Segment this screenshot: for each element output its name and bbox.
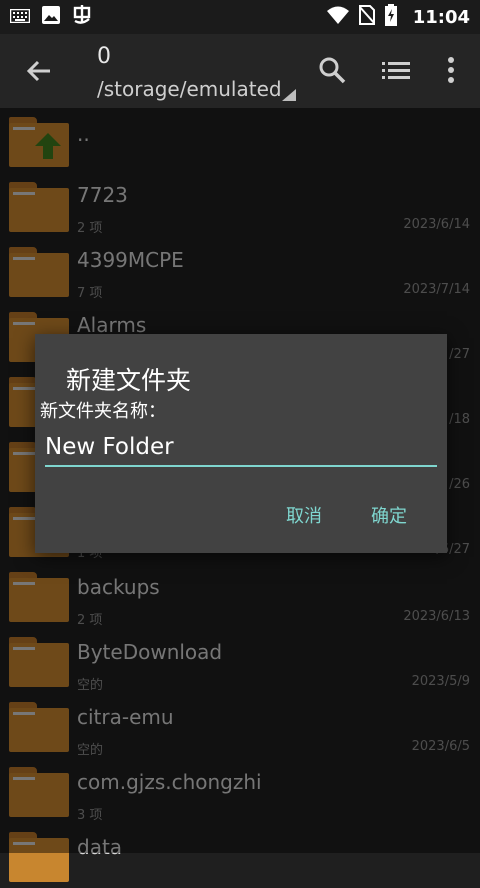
wifi-icon xyxy=(326,6,349,28)
list-view-icon[interactable] xyxy=(382,59,410,83)
status-bar: 11:04 xyxy=(0,0,480,34)
no-sim-icon xyxy=(357,5,376,29)
new-folder-dialog: 新建文件夹 新文件夹名称： 取消 确定 xyxy=(35,334,447,553)
selection-count: 0 xyxy=(97,44,111,69)
search-icon[interactable] xyxy=(318,56,346,84)
folder-name-label: 新文件夹名称： xyxy=(40,401,166,422)
folder-name-input[interactable] xyxy=(45,429,437,467)
back-arrow-icon[interactable] xyxy=(22,54,56,88)
more-options-icon[interactable] xyxy=(442,56,460,84)
bug-app-icon xyxy=(72,5,92,29)
ok-button[interactable]: 确定 xyxy=(371,502,407,528)
keyboard-icon xyxy=(9,8,31,27)
dialog-title: 新建文件夹 xyxy=(66,366,192,395)
clock: 11:04 xyxy=(412,6,470,28)
cancel-button[interactable]: 取消 xyxy=(286,502,322,528)
battery-charging-icon xyxy=(384,4,397,30)
image-icon xyxy=(42,6,60,28)
current-path[interactable]: /storage/emulated xyxy=(97,77,282,101)
